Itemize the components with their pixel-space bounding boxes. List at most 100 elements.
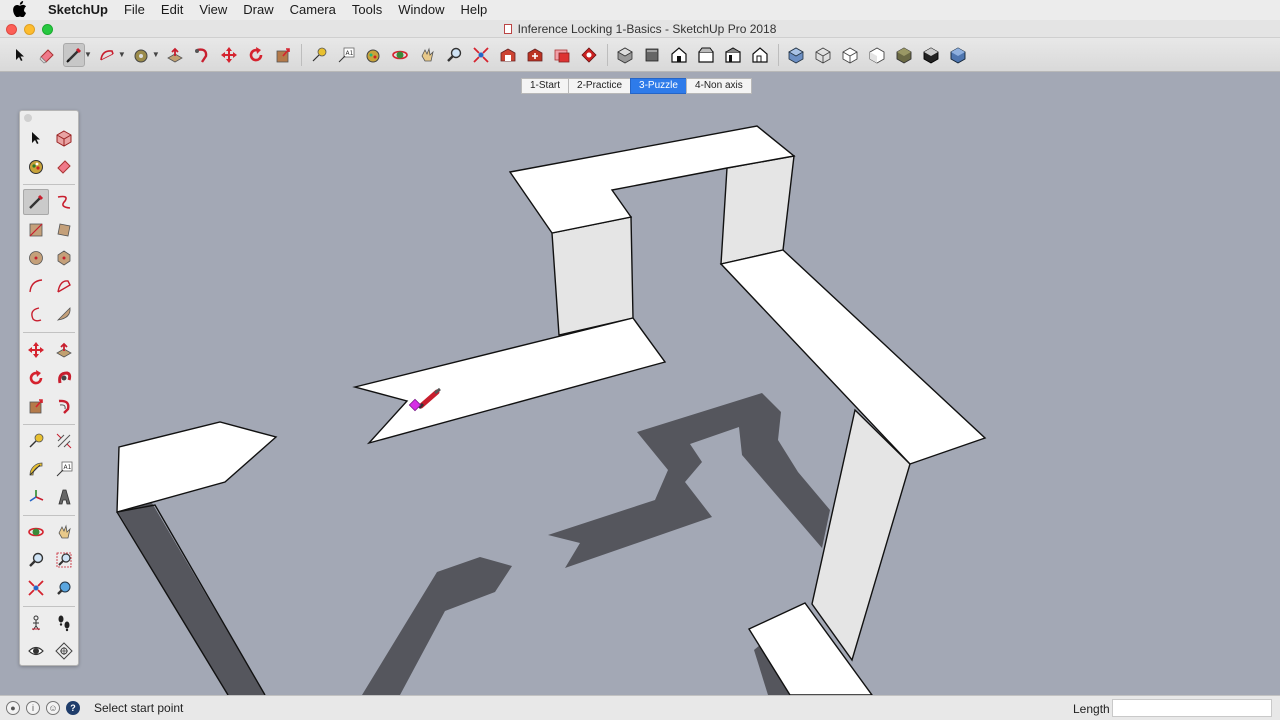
chevron-down-icon[interactable]: ▼ bbox=[118, 50, 126, 59]
text-icon[interactable]: A1 bbox=[335, 43, 357, 67]
follow-me-tool-icon[interactable] bbox=[51, 365, 77, 391]
zoom-extents-icon[interactable] bbox=[470, 43, 492, 67]
user-account-icon[interactable]: ☺ bbox=[46, 701, 60, 715]
arc-tool-icon[interactable] bbox=[23, 273, 49, 299]
paint-icon[interactable] bbox=[362, 43, 384, 67]
shadow-middle-zigzag bbox=[548, 393, 830, 568]
top-view-icon[interactable] bbox=[641, 43, 663, 67]
measurements-input[interactable] bbox=[1112, 699, 1272, 717]
scene-tab-1-start[interactable]: 1-Start bbox=[521, 78, 570, 94]
credits-icon[interactable]: i bbox=[26, 701, 40, 715]
arc-icon[interactable] bbox=[96, 43, 118, 67]
component-tool-icon[interactable] bbox=[51, 125, 77, 151]
zoom-window-tool-icon[interactable] bbox=[51, 547, 77, 573]
select-tool-icon[interactable] bbox=[23, 125, 49, 151]
warehouse-icon[interactable] bbox=[497, 43, 519, 67]
menu-tools[interactable]: Tools bbox=[344, 0, 390, 20]
rectangle-tool-icon[interactable] bbox=[23, 217, 49, 243]
offset-tool-icon[interactable] bbox=[51, 393, 77, 419]
line-tool-icon[interactable] bbox=[23, 189, 49, 215]
eraser-tool-icon[interactable] bbox=[51, 153, 77, 179]
orbit-icon[interactable] bbox=[389, 43, 411, 67]
menu-draw[interactable]: Draw bbox=[235, 0, 281, 20]
tape-measure-tool-icon[interactable] bbox=[23, 428, 49, 454]
select-icon[interactable] bbox=[9, 43, 31, 67]
scale-tool-icon[interactable] bbox=[23, 393, 49, 419]
pie-tool-icon[interactable] bbox=[51, 301, 77, 327]
push-pull-icon[interactable] bbox=[164, 43, 186, 67]
shaded-icon[interactable] bbox=[866, 43, 888, 67]
pencil-icon[interactable] bbox=[62, 42, 85, 67]
front-view-icon[interactable] bbox=[668, 43, 690, 67]
right-view-icon[interactable] bbox=[695, 43, 717, 67]
palette-row bbox=[23, 245, 79, 271]
instructor-icon[interactable]: ? bbox=[66, 701, 80, 715]
zoom-extents-tool-icon[interactable] bbox=[23, 575, 49, 601]
section-plane-tool-icon[interactable] bbox=[51, 638, 77, 664]
freehand-tool-icon[interactable] bbox=[51, 189, 77, 215]
wireframe-icon[interactable] bbox=[812, 43, 834, 67]
palette-close-button[interactable] bbox=[24, 114, 32, 122]
palette-row bbox=[23, 365, 79, 391]
scene-tab-3-puzzle[interactable]: 3-Puzzle bbox=[630, 78, 687, 94]
follow-me-icon[interactable] bbox=[191, 43, 213, 67]
axes-tool-icon[interactable] bbox=[23, 484, 49, 510]
palette-row bbox=[23, 610, 79, 636]
push-pull-tool-icon[interactable] bbox=[51, 337, 77, 363]
3d-text-tool-icon[interactable] bbox=[51, 484, 77, 510]
rotate-icon[interactable] bbox=[245, 43, 267, 67]
shaded-textures-icon[interactable] bbox=[893, 43, 915, 67]
menu-view[interactable]: View bbox=[191, 0, 235, 20]
walk-tool-icon[interactable] bbox=[51, 610, 77, 636]
position-camera-icon[interactable] bbox=[23, 610, 49, 636]
menu-camera[interactable]: Camera bbox=[282, 0, 344, 20]
chevron-down-icon[interactable]: ▼ bbox=[84, 50, 92, 59]
rotated-rectangle-tool-icon[interactable] bbox=[51, 217, 77, 243]
dimension-tool-icon[interactable] bbox=[51, 428, 77, 454]
menu-edit[interactable]: Edit bbox=[153, 0, 191, 20]
iso-view-icon[interactable] bbox=[614, 43, 636, 67]
xray-icon[interactable] bbox=[785, 43, 807, 67]
pan-icon[interactable] bbox=[416, 43, 438, 67]
zoom-tool-icon[interactable] bbox=[23, 547, 49, 573]
extension-manager-icon[interactable] bbox=[578, 43, 600, 67]
paint-bucket-tool-icon[interactable] bbox=[23, 153, 49, 179]
move-tool-icon[interactable] bbox=[23, 337, 49, 363]
previous-view-icon[interactable] bbox=[51, 575, 77, 601]
layout-icon[interactable] bbox=[551, 43, 573, 67]
chevron-down-icon[interactable]: ▼ bbox=[152, 50, 160, 59]
two-point-arc-tool-icon[interactable] bbox=[51, 273, 77, 299]
look-around-tool-icon[interactable] bbox=[23, 638, 49, 664]
menu-help[interactable]: Help bbox=[452, 0, 495, 20]
pan-tool-icon[interactable] bbox=[51, 519, 77, 545]
section-display-icon[interactable] bbox=[947, 43, 969, 67]
rotate-tool-icon[interactable] bbox=[23, 365, 49, 391]
scene-tab-4-non-axis[interactable]: 4-Non axis bbox=[685, 78, 752, 94]
geo-location-icon[interactable]: ● bbox=[6, 701, 20, 715]
three-point-arc-tool-icon[interactable] bbox=[23, 301, 49, 327]
extension-warehouse-icon[interactable] bbox=[524, 43, 546, 67]
paint-bucket-icon[interactable] bbox=[130, 43, 152, 67]
wall-upper-left-side-face bbox=[551, 216, 634, 336]
back-view-icon[interactable] bbox=[722, 43, 744, 67]
eraser-icon[interactable] bbox=[36, 43, 58, 67]
drawing-viewport[interactable] bbox=[0, 96, 1280, 695]
polygon-tool-icon[interactable] bbox=[51, 245, 77, 271]
menu-file[interactable]: File bbox=[116, 0, 153, 20]
hidden-line-icon[interactable] bbox=[839, 43, 861, 67]
wall-middle-arrow-top-face bbox=[352, 317, 667, 445]
left-view-icon[interactable] bbox=[749, 43, 771, 67]
text-tool-icon[interactable]: A1 bbox=[51, 456, 77, 482]
monochrome-icon[interactable] bbox=[920, 43, 942, 67]
protractor-tool-icon[interactable] bbox=[23, 456, 49, 482]
move-icon[interactable] bbox=[218, 43, 240, 67]
zoom-icon[interactable] bbox=[443, 43, 465, 67]
circle-tool-icon[interactable] bbox=[23, 245, 49, 271]
tape-measure-icon[interactable] bbox=[308, 43, 330, 67]
menu-window[interactable]: Window bbox=[390, 0, 452, 20]
scene-tab-2-practice[interactable]: 2-Practice bbox=[568, 78, 632, 94]
apple-icon[interactable] bbox=[0, 0, 40, 20]
menu-app-sketchup[interactable]: SketchUp bbox=[40, 0, 116, 20]
scale-icon[interactable] bbox=[272, 43, 294, 67]
orbit-tool-icon[interactable] bbox=[23, 519, 49, 545]
